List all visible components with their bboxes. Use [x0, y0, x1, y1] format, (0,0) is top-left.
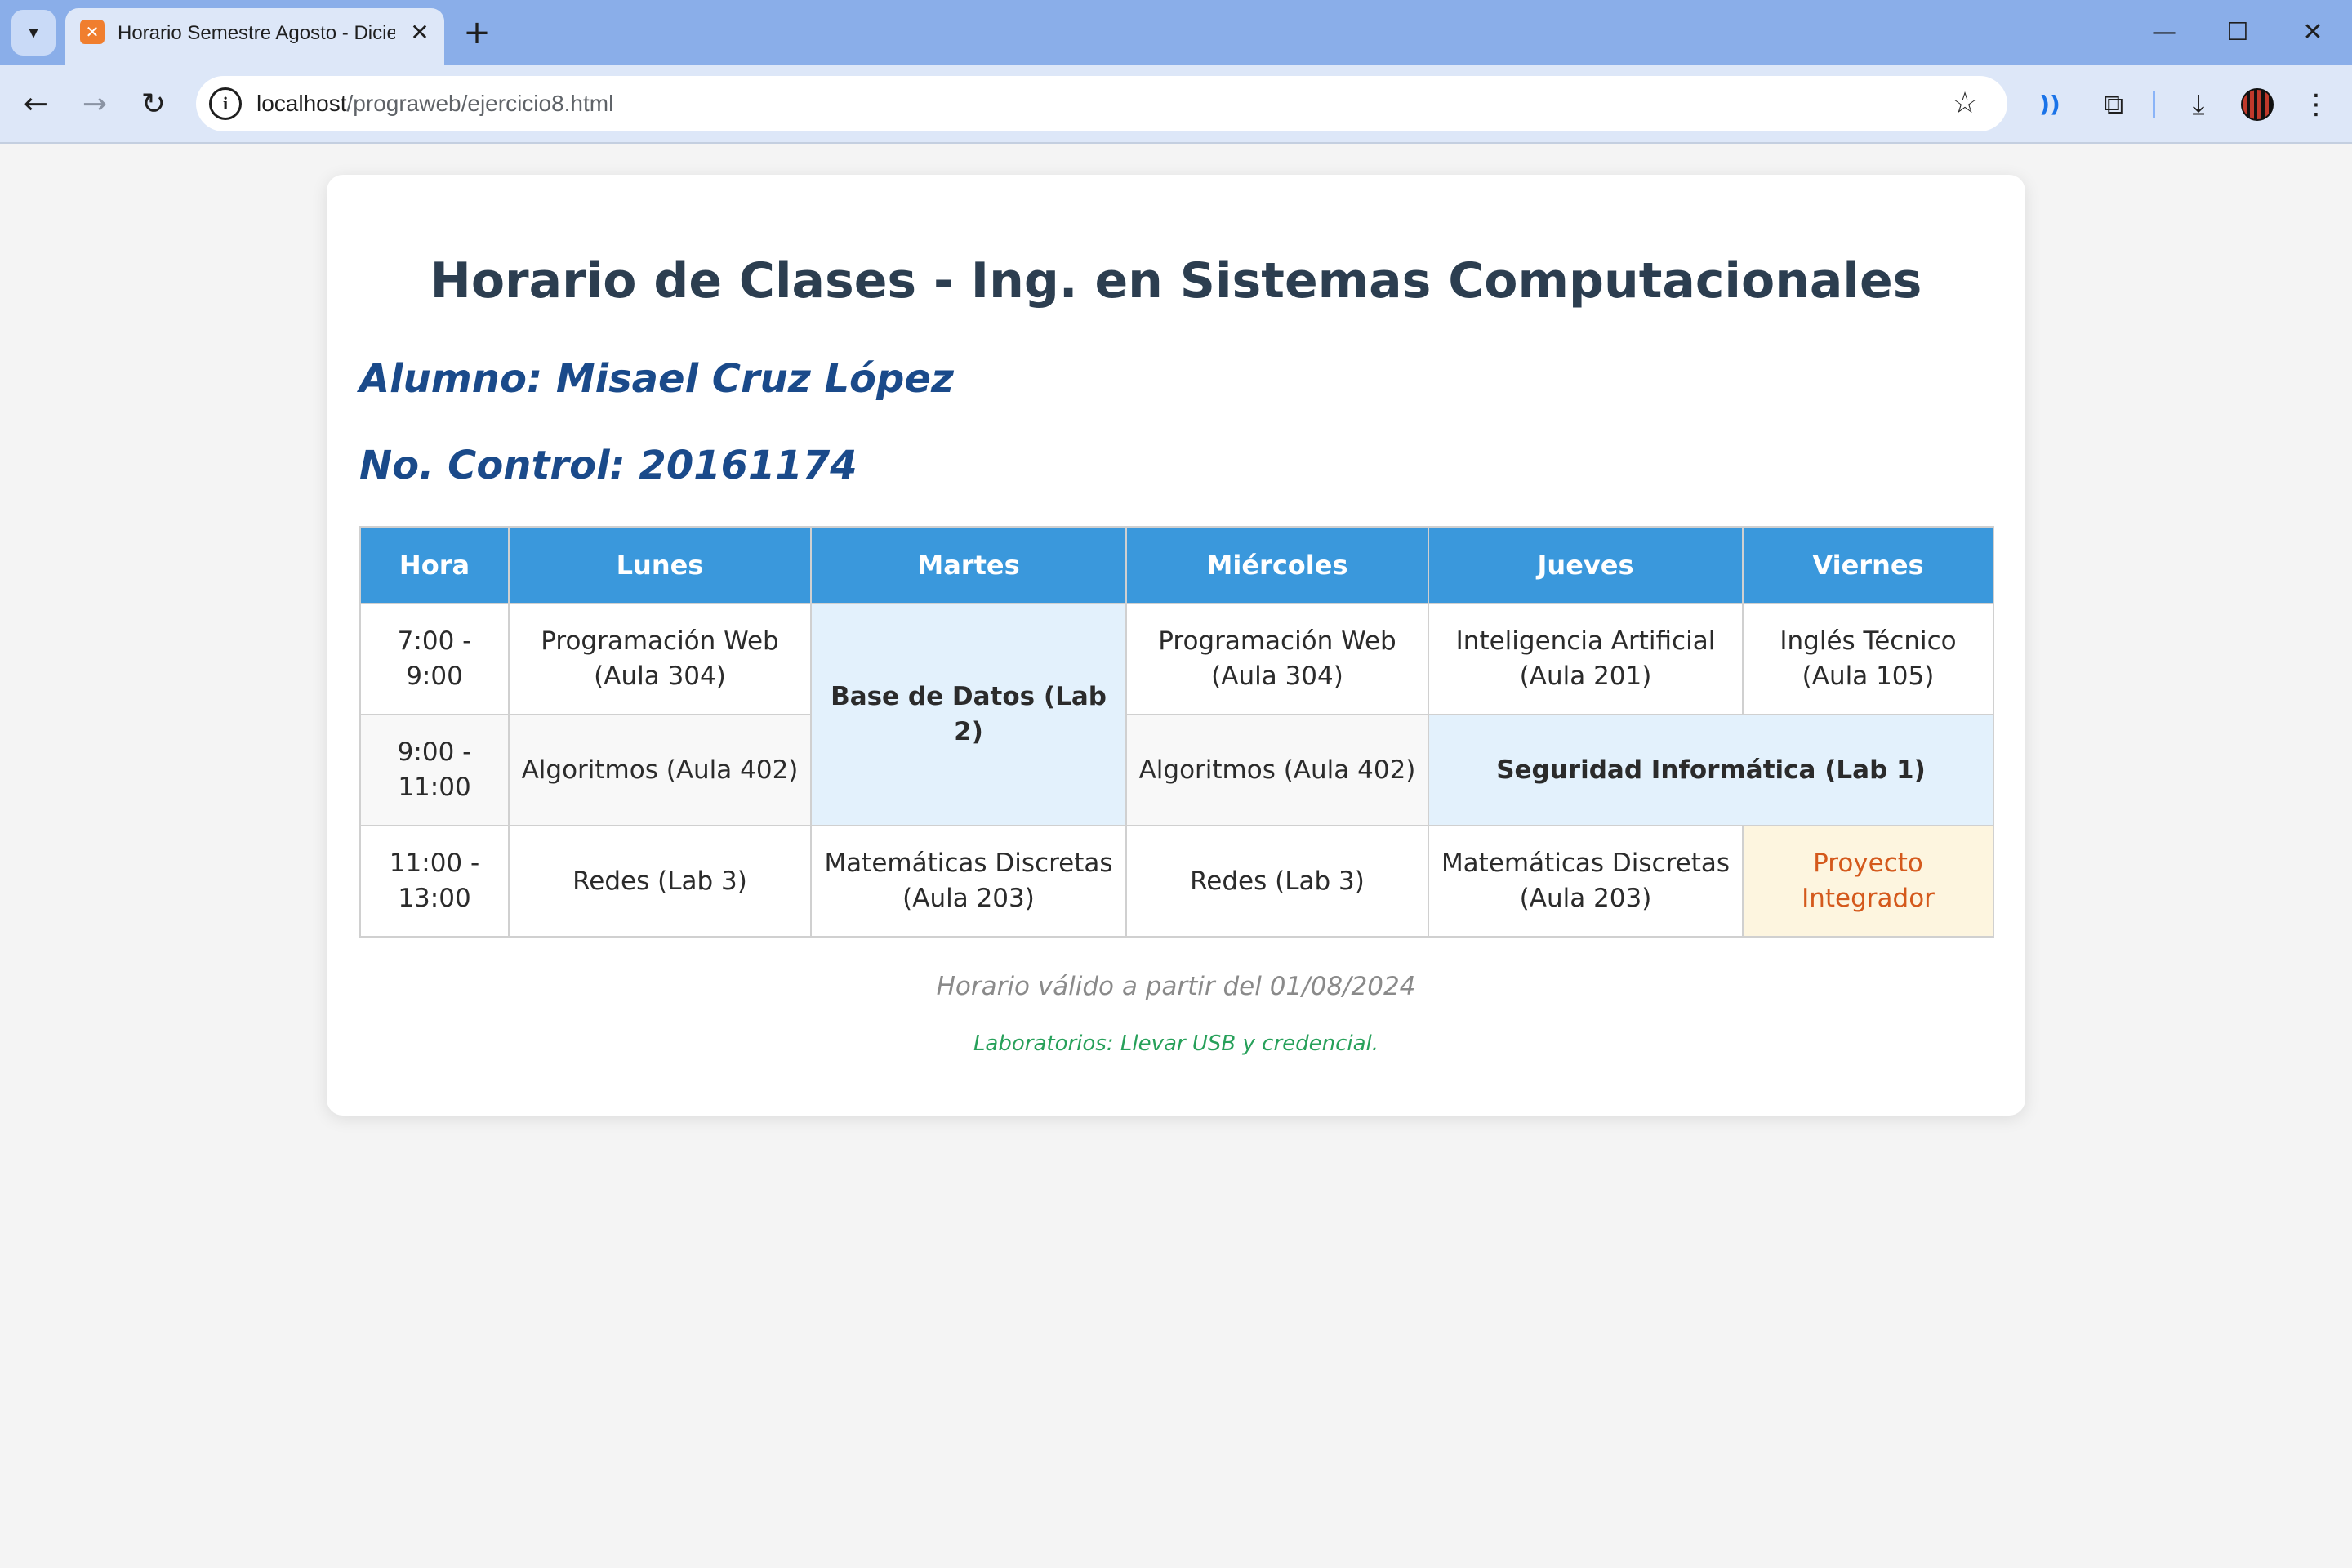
close-window-button[interactable]: ✕ [2288, 11, 2337, 54]
address-bar[interactable]: i localhost/prograweb/ejercicio8.html ☆ [196, 76, 2007, 131]
table-row: 9:00 - 11:00 Algoritmos (Aula 402) Algor… [359, 714, 1994, 826]
control-number: No. Control: 20161174 [359, 443, 858, 488]
schedule-card: Horario de Clases - Ing. en Sistemas Com… [327, 175, 2025, 1116]
xampp-favicon-icon: ✕ [80, 20, 105, 44]
time-cell: 7:00 - 9:00 [359, 603, 510, 715]
table-row: 11:00 - 13:00 Redes (Lab 3) Matemáticas … [359, 825, 1994, 938]
class-cell: Programación Web (Aula 304) [508, 603, 812, 715]
header-cell-viernes: Viernes [1742, 526, 1994, 604]
close-tab-icon[interactable]: ✕ [403, 16, 436, 49]
site-info-icon[interactable]: i [209, 87, 242, 120]
header-cell-miercoles: Miércoles [1125, 526, 1429, 604]
valid-from-note: Horario válido a partir del 01/08/2024 [936, 972, 1416, 1001]
table-header-row: Hora Lunes Martes Miércoles Jueves Viern… [359, 526, 1994, 604]
class-cell: Algoritmos (Aula 402) [508, 714, 812, 826]
cast-icon[interactable]: )) [2027, 82, 2073, 127]
forward-button[interactable]: → [72, 82, 118, 127]
reload-icon: ↻ [140, 87, 167, 121]
tab-search-button[interactable]: ▾ [11, 10, 56, 56]
schedule-table: Hora Lunes Martes Miércoles Jueves Viern… [359, 526, 1994, 938]
toolbar-divider [2153, 91, 2155, 118]
class-cell: Programación Web (Aula 304) [1125, 603, 1429, 715]
back-button[interactable]: ← [13, 82, 59, 127]
tab-title: Horario Semestre Agosto - Diciembre [118, 22, 395, 44]
arrow-left-icon: ← [23, 87, 49, 121]
header-cell-lunes: Lunes [508, 526, 812, 604]
extensions-puzzle-icon[interactable]: ⧉ [2091, 82, 2136, 127]
header-cell-hora: Hora [359, 526, 510, 604]
student-name: Alumno: Misael Cruz López [359, 356, 954, 402]
class-cell: Matemáticas Discretas (Aula 203) [810, 825, 1127, 938]
reload-button[interactable]: ↻ [131, 82, 176, 127]
new-tab-button[interactable]: + [457, 13, 497, 52]
url-text[interactable]: localhost/prograweb/ejercicio8.html [256, 87, 613, 120]
lab-note: Laboratorios: Llevar USB y credencial. [973, 1031, 1379, 1056]
class-cell: Redes (Lab 3) [508, 825, 812, 938]
profile-avatar[interactable] [2241, 88, 2274, 121]
browser-tab[interactable]: ✕ Horario Semestre Agosto - Diciembre ✕ [65, 8, 444, 65]
class-cell: Matemáticas Discretas (Aula 203) [1428, 825, 1744, 938]
class-cell: Inglés Técnico (Aula 105) [1742, 603, 1994, 715]
maximize-button[interactable]: ☐ [2213, 11, 2262, 54]
time-cell: 9:00 - 11:00 [359, 714, 510, 826]
lab-class-cell: Base de Datos (Lab 2) [810, 603, 1127, 826]
url-host: localhost [256, 91, 347, 116]
minimize-button[interactable]: — [2140, 11, 2189, 54]
browser-toolbar: ← → ↻ i localhost/prograweb/ejercicio8.h… [0, 65, 2352, 144]
header-cell-martes: Martes [810, 526, 1127, 604]
class-cell: Inteligencia Artificial (Aula 201) [1428, 603, 1744, 715]
time-cell: 11:00 - 13:00 [359, 825, 510, 938]
project-class-cell: Proyecto Integrador [1742, 825, 1994, 938]
browser-tab-bar: ▾ ✕ Horario Semestre Agosto - Diciembre … [0, 0, 2352, 65]
class-cell: Algoritmos (Aula 402) [1125, 714, 1429, 826]
table-row: 7:00 - 9:00 Programación Web (Aula 304) … [359, 603, 1994, 826]
browser-menu-icon[interactable]: ⋮ [2293, 82, 2339, 127]
chevron-down-icon: ▾ [29, 22, 38, 43]
url-path: /prograweb/ejercicio8.html [346, 91, 614, 116]
arrow-right-icon: → [82, 87, 108, 121]
page-title: Horario de Clases - Ing. en Sistemas Com… [430, 252, 1922, 310]
download-icon[interactable]: ⤓ [2176, 82, 2221, 127]
bookmark-star-icon[interactable]: ☆ [1947, 86, 1983, 122]
lab-class-cell: Seguridad Informática (Lab 1) [1428, 714, 1994, 826]
header-cell-jueves: Jueves [1428, 526, 1744, 604]
class-cell: Redes (Lab 3) [1125, 825, 1429, 938]
